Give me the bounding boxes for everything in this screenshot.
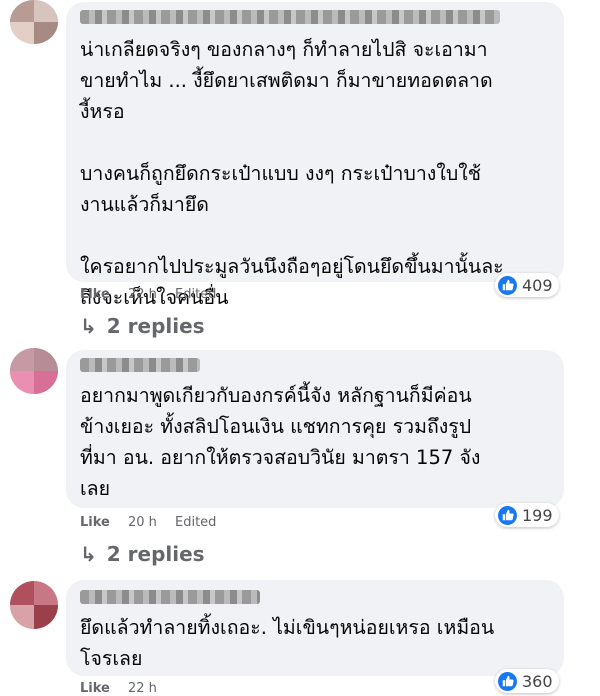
reply-arrow-icon: ↳ [80,314,97,338]
like-thumb-icon [498,505,517,525]
reaction-count: 199 [522,505,553,525]
edited-label: Edited [175,515,217,530]
like-button[interactable]: Like [80,681,110,696]
reaction-summary[interactable]: 360 [495,669,559,693]
reaction-count: 409 [522,275,553,295]
comment-text: ยึดแล้วทำลายทิ้งเถอะ. ไม่เขินๆหน่อยเหรอ … [80,616,495,670]
avatar[interactable] [10,348,58,394]
avatar[interactable] [10,0,58,44]
comment-bubble: อยากมาพูดเกียวกับองกรค์นี้จัง หลักฐานก็ม… [66,350,564,508]
view-replies-button[interactable]: ↳ 2 replies [80,314,205,338]
comment-time[interactable]: 22 h [128,287,157,302]
replies-label: 2 replies [106,542,205,566]
comment-text: อยากมาพูดเกียวกับองกรค์นี้จัง หลักฐานก็ม… [80,384,481,500]
commenter-name[interactable] [80,358,200,372]
reaction-summary[interactable]: 409 [495,273,559,297]
commenter-name[interactable] [80,590,260,604]
comment-time[interactable]: 22 h [128,681,157,696]
reaction-summary[interactable]: 199 [495,503,559,527]
like-button[interactable]: Like [80,287,110,302]
comment-text: น่าเกลียดจริงๆ ของกลางๆ ก็ทำลายไปสิ จะเอ… [80,38,504,309]
view-replies-button[interactable]: ↳ 2 replies [80,542,205,566]
like-thumb-icon [498,275,517,295]
edited-label: Edited [175,287,217,302]
comment-bubble: น่าเกลียดจริงๆ ของกลางๆ ก็ทำลายไปสิ จะเอ… [66,2,564,309]
avatar[interactable] [10,581,58,629]
comment-bubble: ยึดแล้วทำลายทิ้งเถอะ. ไม่เขินๆหน่อยเหรอ … [66,580,564,676]
reply-arrow-icon: ↳ [80,542,97,566]
comment-time[interactable]: 20 h [128,515,157,530]
commenter-name[interactable] [80,10,500,24]
replies-label: 2 replies [106,314,205,338]
like-button[interactable]: Like [80,515,110,530]
